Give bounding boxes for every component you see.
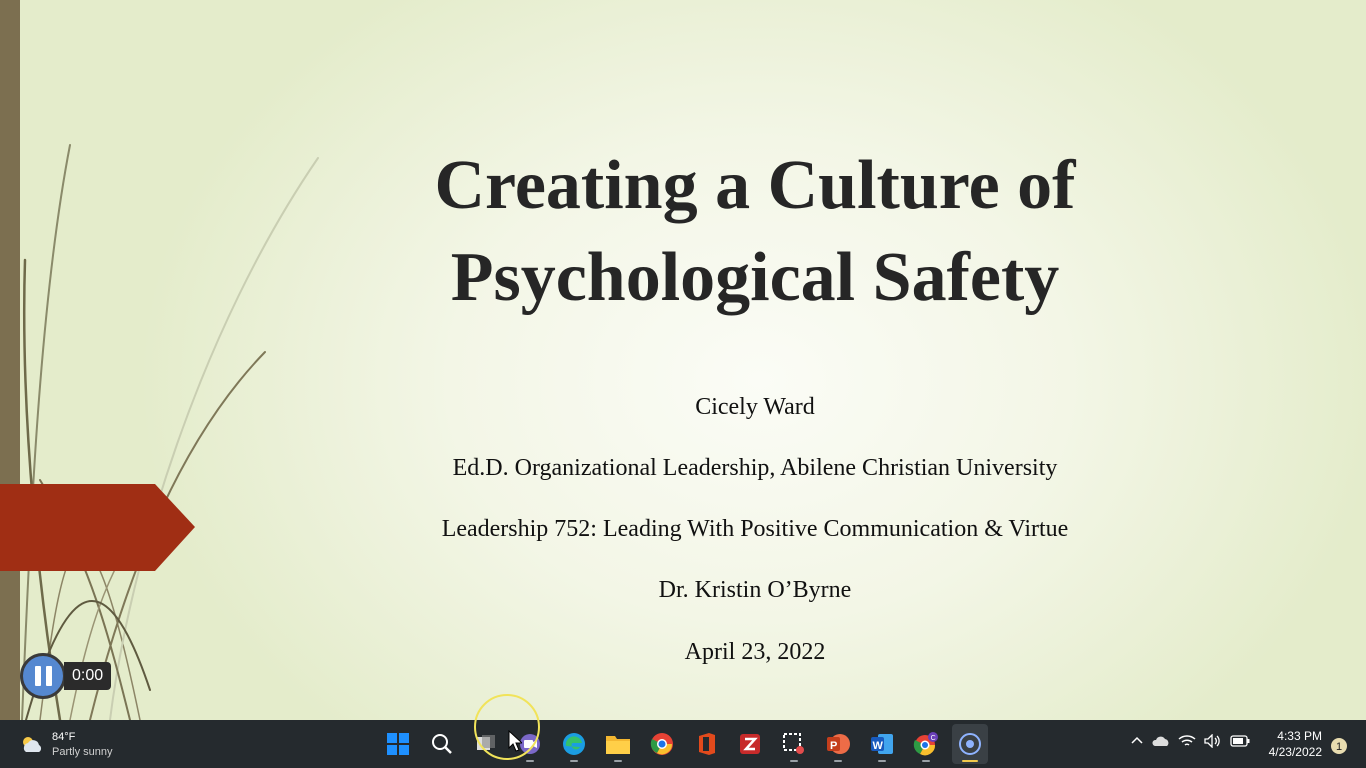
chrome-icon[interactable] [644,724,680,764]
system-clock[interactable]: 4:33 PM 4/23/2022 [1258,728,1322,760]
onedrive-icon[interactable] [1152,734,1170,748]
svg-text:W: W [873,740,884,752]
clock-time: 4:33 PM [1277,729,1322,743]
media-time: 0:00 [64,662,112,690]
clock-date: 4/23/2022 [1268,745,1322,759]
system-tray [1130,734,1250,748]
snipping-tool-icon[interactable] [776,724,812,764]
taskbar: 84°F Partly sunny P W C 4:33 PM 4/23/202… [0,720,1366,768]
svg-text:C: C [931,735,936,742]
edge-icon[interactable] [556,724,592,764]
powerpoint-icon[interactable]: P [820,724,856,764]
svg-text:1: 1 [1336,741,1342,753]
slide-title-line-2: Psychological Safety [450,239,1060,316]
mouse-pointer-icon [508,730,522,752]
windows-start-icon[interactable] [380,724,416,764]
presentation-slide: Creating a Culture of Psychological Safe… [0,0,1366,720]
course-line: Leadership 752: Leading With Positive Co… [441,516,1069,542]
file-explorer-icon[interactable] [600,724,636,764]
screen-recorder-icon[interactable] [952,724,988,764]
svg-text:P: P [830,740,837,752]
word-icon[interactable]: W [864,724,900,764]
weather-temp: 84°F [52,731,76,743]
weather-widget[interactable]: 84°F Partly sunny [20,730,113,760]
program-line: Ed.D. Organizational Leadership, Abilene… [452,455,1058,481]
wifi-icon[interactable] [1178,734,1196,748]
office-icon[interactable] [688,724,724,764]
notification-badge[interactable]: 1 [1330,737,1348,755]
volume-icon[interactable] [1204,734,1222,748]
taskbar-apps: P W C [376,720,992,768]
pause-icon [34,666,41,686]
weather-condition: Partly sunny [52,746,113,758]
chevron-up-icon[interactable] [1130,734,1144,748]
partly-sunny-icon [23,737,42,752]
cursor-highlight-ring [474,694,540,760]
decorative-grass-lines [21,144,319,720]
date-line: April 23, 2022 [684,639,826,665]
slide-title-line-1: Creating a Culture of [434,147,1076,224]
chrome-profile-icon[interactable]: C [908,724,944,764]
accent-arrow-tab [0,484,195,571]
zotero-icon[interactable] [732,724,768,764]
instructor-line: Dr. Kristin O’Byrne [658,577,852,603]
presenter-name: Cicely Ward [695,394,815,420]
search-icon[interactable] [424,724,460,764]
battery-icon[interactable] [1230,735,1250,747]
pause-button[interactable] [20,653,66,699]
media-controls: 0:00 [20,652,112,700]
slide-title: Creating a Culture of Psychological Safe… [340,140,1170,324]
